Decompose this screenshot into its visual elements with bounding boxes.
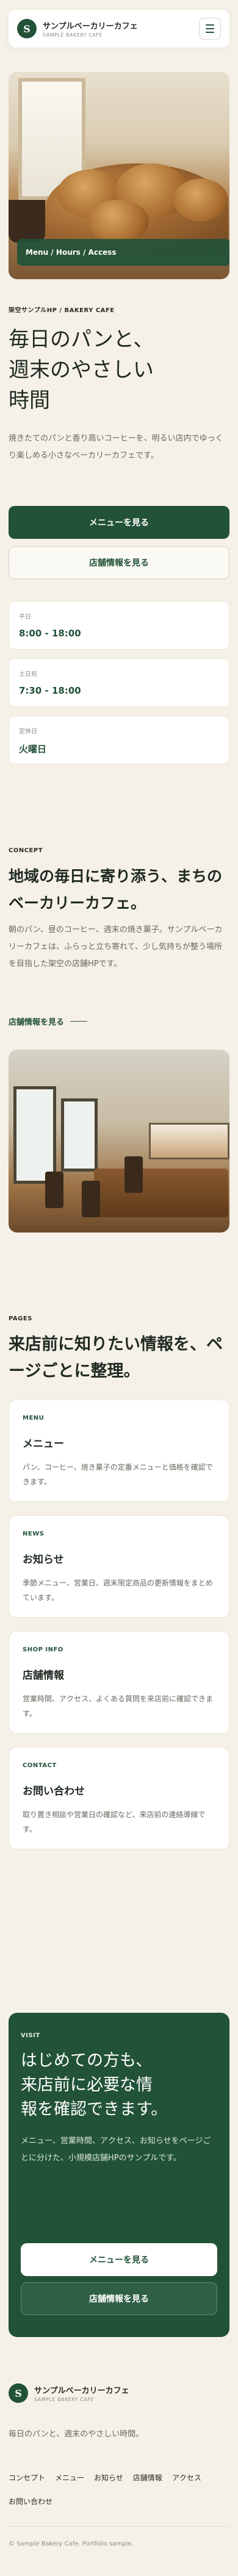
cafe-interior-image xyxy=(9,1050,229,1233)
bread-loaf xyxy=(88,200,149,243)
card-title: メニュー xyxy=(23,1438,64,1450)
footer-tagline: 毎日のパンと、週末のやさしい時間。 xyxy=(9,2430,144,2439)
chair-graphic xyxy=(82,1181,100,1217)
info-label: 定休日 xyxy=(19,728,37,735)
footer-link-contact[interactable]: お問い合わせ xyxy=(9,2496,52,2507)
info-value: 火曜日 xyxy=(19,744,47,755)
visit-menu-button[interactable]: メニューを見る xyxy=(21,2243,217,2276)
hero-title: 毎日のパンと、 週末のやさしい 時間 xyxy=(9,327,154,413)
brand-name: サンプルベーカリーカフェ xyxy=(43,22,138,31)
news-page-card[interactable]: NEWS お知らせ 季節メニュー、営業日、週末限定商品の更新情報をまとめています… xyxy=(9,1515,229,1618)
hamburger-icon[interactable] xyxy=(199,18,221,40)
visit-title: はじめての方も、 来店前に必要な情 報を確認できます。 xyxy=(21,2051,168,2119)
card-tag: NEWS xyxy=(23,1531,45,1537)
concept-description: 朝のパン、昼のコーヒー、週末の焼き菓子。サンプルベーカリーカフェは、ふらっと立ち… xyxy=(9,925,223,969)
shop-info-link[interactable]: 店舗情報を見る xyxy=(9,1016,88,1027)
visit-section: VISIT はじめての方も、 来店前に必要な情 報を確認できます。 メニュー、営… xyxy=(9,2013,229,2337)
footer-nav: コンセプト メニュー お知らせ 店舗情報 アクセス お問い合わせ xyxy=(9,2472,229,2507)
hours-weekday-card: 平日 8:00 - 18:00 xyxy=(9,601,229,650)
chair-graphic xyxy=(124,1156,143,1193)
closed-day-card: 定休日 火曜日 xyxy=(9,716,229,764)
footer-link-concept[interactable]: コンセプト xyxy=(9,2472,45,2483)
hero-description: 焼きたてのパンと香り高いコーヒーを、明るい店内でゆっくり楽しめる小さなベーカリー… xyxy=(9,434,223,460)
brand-subtitle: SAMPLE BAKERY CAFE xyxy=(43,32,103,38)
shop-info-page-card[interactable]: SHOP INFO 店舗情報 営業時間、アクセス、よくある質問を来店前に確認でき… xyxy=(9,1631,229,1734)
card-description: 営業時間、アクセス、よくある質問を来店前に確認できます。 xyxy=(23,1695,214,1718)
hero-eyebrow: 架空サンプルHP / BAKERY CAFE xyxy=(9,307,115,314)
bread-loaf xyxy=(173,179,228,221)
brand[interactable]: サンプルベーカリーカフェ SAMPLE BAKERY CAFE xyxy=(43,20,138,38)
visit-shop-info-button[interactable]: 店舗情報を見る xyxy=(21,2282,217,2315)
logo-mark: S xyxy=(9,2383,28,2403)
card-tag: SHOP INFO xyxy=(23,1646,63,1653)
hero-bread-image: Menu / Hours / Access xyxy=(9,72,229,279)
card-description: 取り置き相談や営業日の確認など、来店前の連絡導線です。 xyxy=(23,1810,206,1834)
footer-brand-subtitle: SAMPLE BAKERY CAFE xyxy=(34,2397,94,2402)
copyright: © Sample Bakery Cafe. Portfolio sample. xyxy=(9,2541,134,2547)
site-header: S サンプルベーカリーカフェ SAMPLE BAKERY CAFE xyxy=(9,10,229,48)
card-description: 季節メニュー、営業日、週末限定商品の更新情報をまとめています。 xyxy=(23,1579,213,1602)
hero-caption[interactable]: Menu / Hours / Access xyxy=(17,239,229,266)
footer-link-shop-info[interactable]: 店舗情報 xyxy=(133,2472,162,2483)
footer-link-menu[interactable]: メニュー xyxy=(55,2472,84,2483)
menu-page-card[interactable]: MENU メニュー パン、コーヒー、焼き菓子の定番メニューと価格を確認できます。 xyxy=(9,1400,229,1502)
info-value: 7:30 - 18:00 xyxy=(19,685,81,696)
visit-tag: VISIT xyxy=(21,2032,40,2039)
footer-brand-name: サンプルベーカリーカフェ xyxy=(34,2386,129,2396)
window-graphic xyxy=(13,1086,56,1184)
link-label: 店舗情報を見る xyxy=(9,1018,65,1027)
footer-logo[interactable]: S サンプルベーカリーカフェ SAMPLE BAKERY CAFE xyxy=(9,2383,129,2403)
pages-title: 来店前に知りたい情報を、ページごとに整理。 xyxy=(9,1335,223,1381)
coffee-cup-graphic xyxy=(9,200,45,243)
contact-page-card[interactable]: CONTACT お問い合わせ 取り置き相談や営業日の確認など、来店前の連絡導線で… xyxy=(9,1747,229,1849)
card-title: 店舗情報 xyxy=(23,1670,64,1682)
pages-eyebrow: PAGES xyxy=(9,1315,32,1322)
card-description: パン、コーヒー、焼き菓子の定番メニューと価格を確認できます。 xyxy=(23,1463,213,1486)
footer-link-news[interactable]: お知らせ xyxy=(94,2472,123,2483)
arrow-line-icon xyxy=(70,1021,88,1022)
concept-eyebrow: CONCEPT xyxy=(9,847,43,854)
card-tag: CONTACT xyxy=(23,1762,57,1769)
footer-link-access[interactable]: アクセス xyxy=(172,2472,201,2483)
display-case-graphic xyxy=(149,1123,229,1159)
hours-weekend-card: 土日祝 7:30 - 18:00 xyxy=(9,658,229,707)
shop-info-button[interactable]: 店舗情報を見る xyxy=(9,546,229,579)
info-label: 土日祝 xyxy=(19,671,37,678)
card-tag: MENU xyxy=(23,1415,45,1421)
footer-divider xyxy=(9,2526,229,2527)
chair-graphic xyxy=(45,1172,63,1208)
info-value: 8:00 - 18:00 xyxy=(19,628,81,639)
card-title: お問い合わせ xyxy=(23,1785,85,1798)
table-graphic xyxy=(94,1169,228,1217)
window-graphic xyxy=(61,1098,98,1172)
card-title: お知らせ xyxy=(23,1554,64,1566)
logo-mark[interactable]: S xyxy=(17,19,37,38)
visit-description: メニュー、営業時間、アクセス、お知らせをページごとに分けた、小規模店舗HPのサン… xyxy=(21,2137,211,2163)
menu-button[interactable]: メニューを見る xyxy=(9,506,229,539)
info-label: 平日 xyxy=(19,614,31,621)
concept-title: 地域の毎日に寄り添う、まちのベーカリーカフェ。 xyxy=(9,867,223,912)
